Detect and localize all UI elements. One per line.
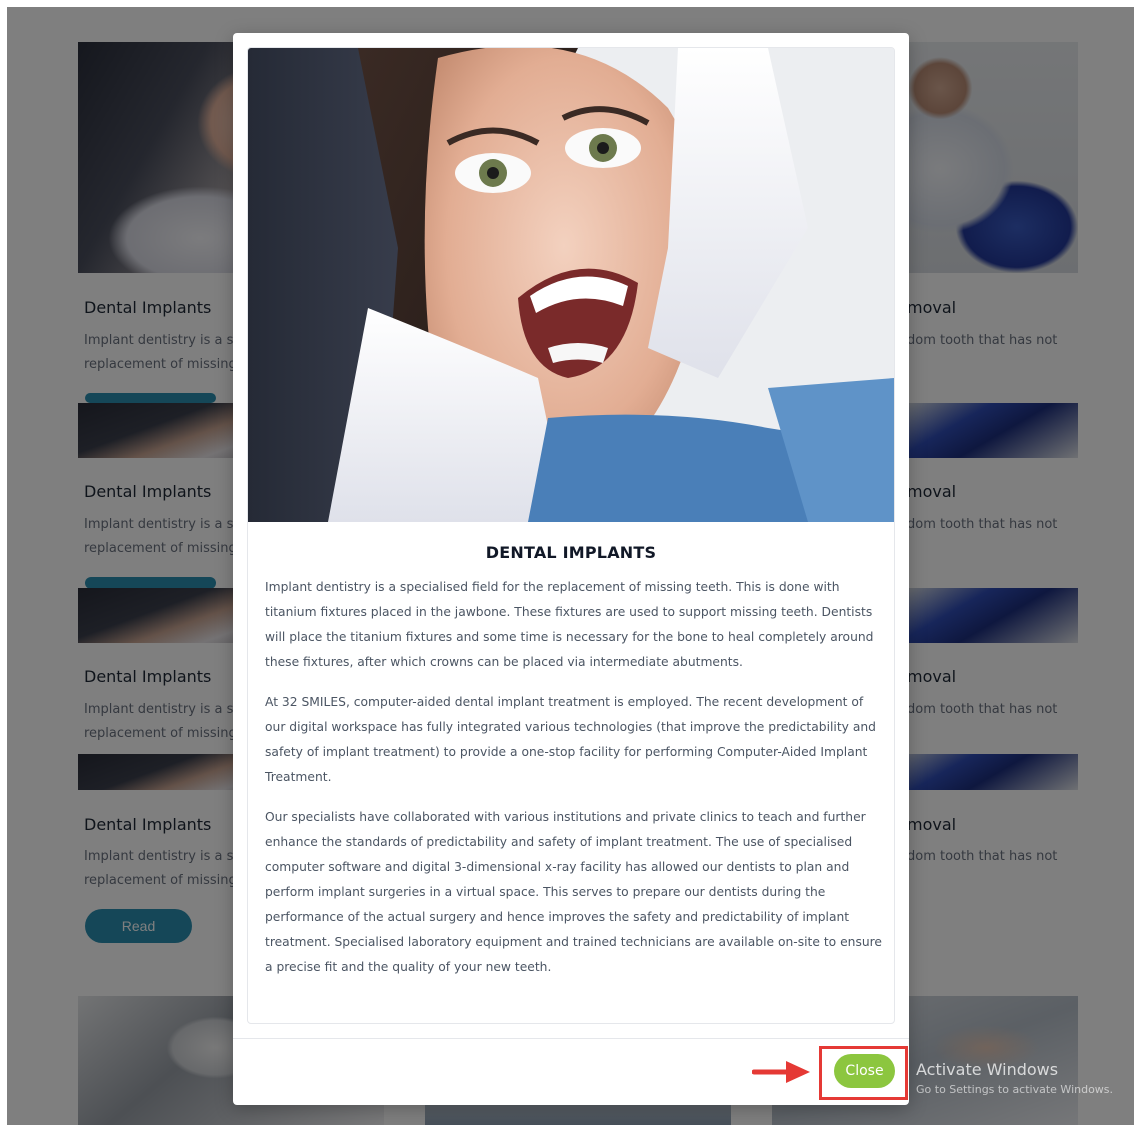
modal-title: DENTAL IMPLANTS: [485, 543, 657, 562]
modal-footer-divider: [233, 1038, 909, 1039]
patient-photo: [248, 48, 894, 522]
activate-windows-subtitle: Go to Settings to activate Windows.: [916, 1083, 1114, 1096]
close-button[interactable]: Close: [834, 1054, 895, 1088]
activate-windows-watermark: Activate Windows: [916, 1060, 1059, 1079]
service-details-modal: DENTAL IMPLANTS Implant dentistry is a s…: [233, 33, 909, 1105]
paragraph: Our specialists have collaborated with v…: [265, 810, 882, 974]
paragraph: Implant dentistry is a specialised field…: [265, 580, 874, 669]
modal-description: Implant dentistry is a specialised field…: [265, 575, 882, 995]
modal-body: DENTAL IMPLANTS Implant dentistry is a s…: [247, 47, 895, 1024]
paragraph: At 32 SMILES, computer-aided dental impl…: [265, 695, 876, 784]
arrow-right-icon: [752, 1061, 810, 1083]
modal-image: [248, 48, 894, 522]
